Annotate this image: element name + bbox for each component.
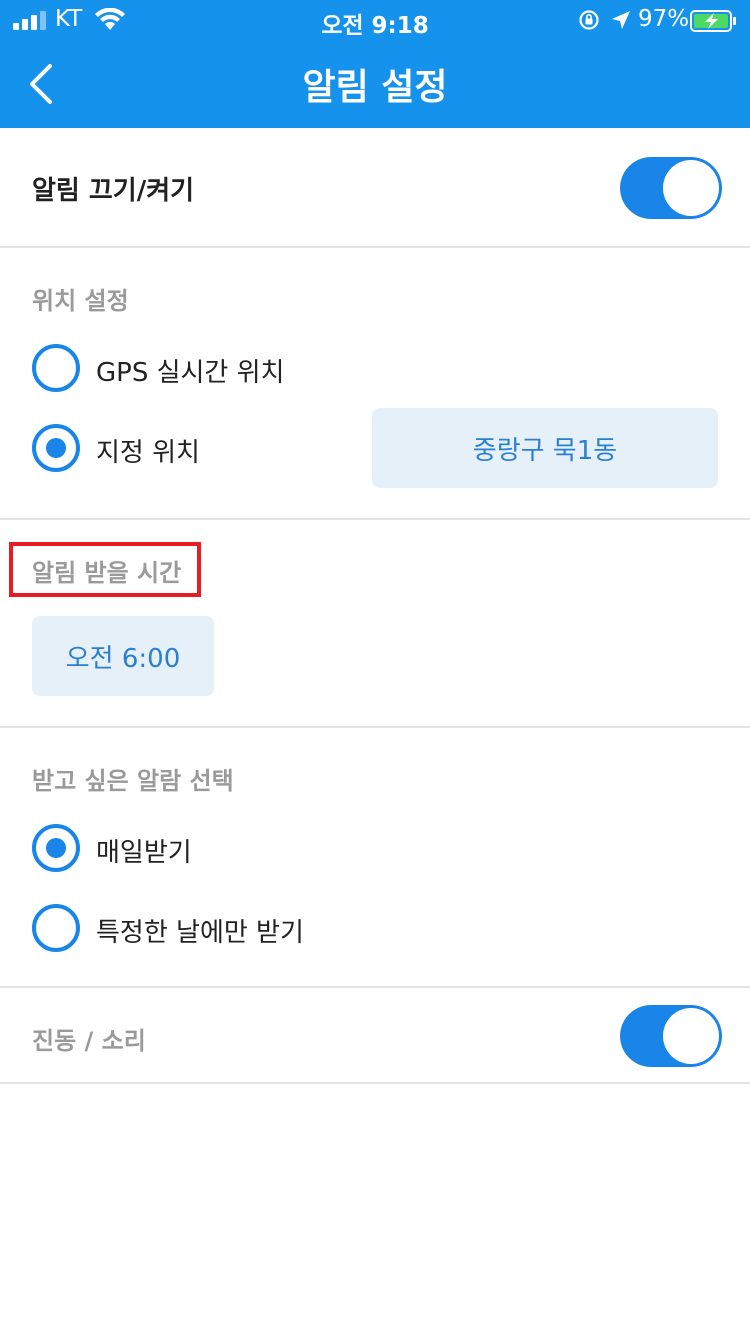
gps-location-label[interactable]: GPS 실시간 위치 <box>96 352 284 389</box>
location-section-header: 위치 설정 <box>32 287 129 315</box>
location-icon <box>612 11 630 29</box>
alarm-toggle-label: 알림 끄기/켜기 <box>32 176 195 206</box>
vibration-sound-toggle[interactable] <box>620 1005 722 1067</box>
battery-charging-icon <box>690 10 736 32</box>
radio-specific-days[interactable] <box>32 904 80 952</box>
radio-every-day[interactable] <box>32 824 80 872</box>
status-bar: KT 오전 9:18 97% <box>0 0 750 40</box>
radio-designated-location[interactable] <box>32 424 80 472</box>
specific-days-label[interactable]: 특정한 날에만 받기 <box>96 912 304 949</box>
divider <box>0 1082 750 1084</box>
divider <box>0 518 750 520</box>
top-bar: KT 오전 9:18 97% 알림 설정 <box>0 0 750 128</box>
alarm-time-button[interactable]: 오전 6:00 <box>32 616 214 696</box>
every-day-label[interactable]: 매일받기 <box>96 832 192 869</box>
radio-gps-location[interactable] <box>32 344 80 392</box>
alarm-type-header: 받고 싶은 알람 선택 <box>32 767 234 795</box>
divider <box>0 246 750 248</box>
designated-location-label[interactable]: 지정 위치 <box>96 432 200 469</box>
vibration-sound-label: 진동 / 소리 <box>32 1027 146 1055</box>
alarm-time-header: 알림 받을 시간 <box>32 559 182 587</box>
page-title: 알림 설정 <box>302 67 448 108</box>
toggle-knob <box>663 160 719 216</box>
divider <box>0 726 750 728</box>
divider <box>0 986 750 988</box>
battery-percent: 97% <box>638 6 690 32</box>
designated-location-button[interactable]: 중랑구 묵1동 <box>372 408 718 488</box>
rotation-lock-icon <box>579 10 599 30</box>
alarm-toggle-switch[interactable] <box>620 157 722 219</box>
toggle-knob <box>663 1008 719 1064</box>
